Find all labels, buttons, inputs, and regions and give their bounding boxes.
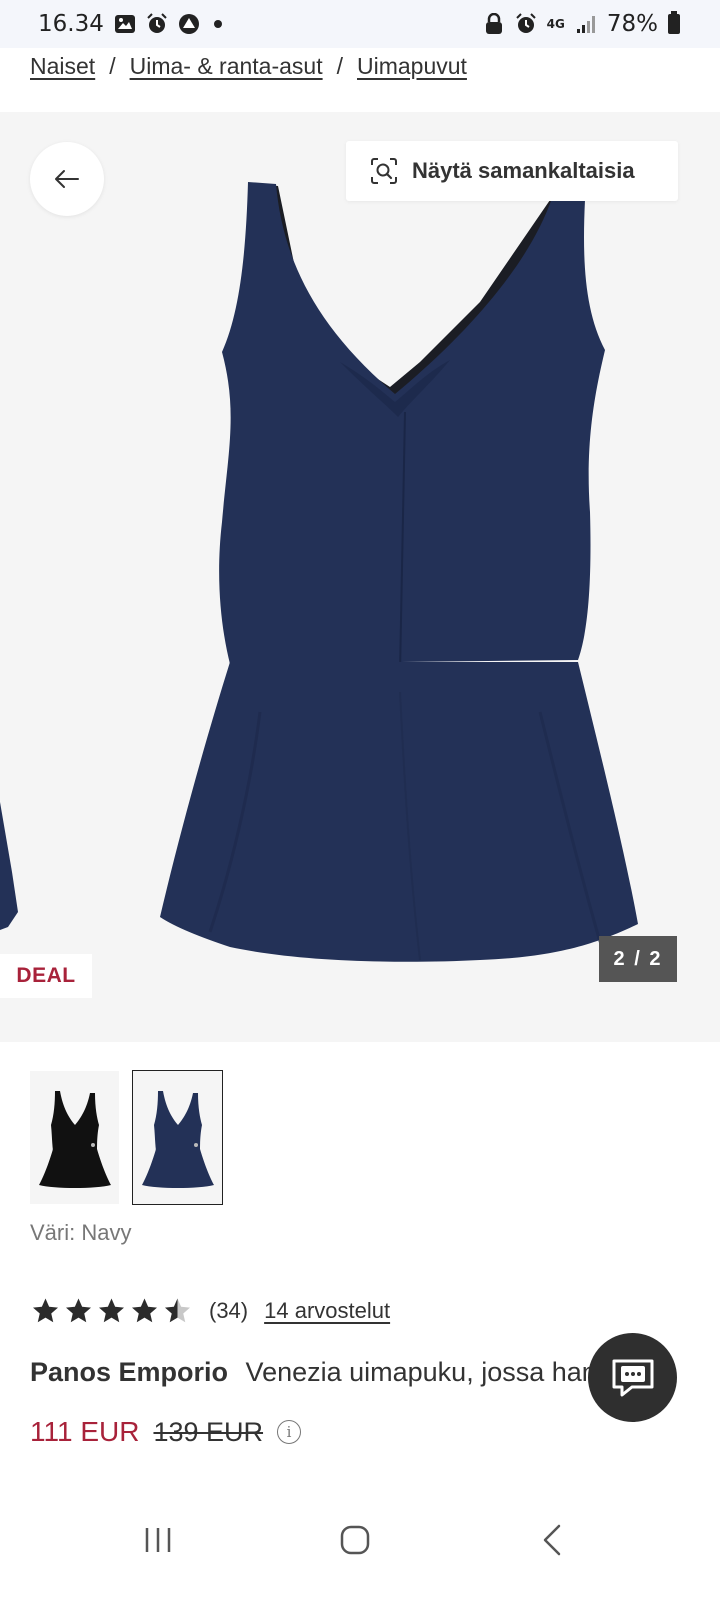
color-thumbnails	[30, 1070, 223, 1205]
product-image-gallery[interactable]: Näytä samankaltaisia DEAL 2 / 2	[0, 112, 720, 1042]
current-price: 111 EUR	[30, 1416, 140, 1447]
signal-icon	[576, 16, 595, 33]
arrow-left-icon	[55, 170, 79, 188]
breadcrumb-item-swimwear[interactable]: Uima- & ranta-asut	[130, 53, 323, 80]
product-rating: (34) 14 arvostelut	[30, 1296, 390, 1326]
star-full-icon	[99, 1298, 124, 1323]
show-similar-label: Näytä samankaltaisia	[412, 158, 635, 183]
chat-button[interactable]	[588, 1333, 677, 1422]
breadcrumb: Naiset / Uima- & ranta-asut / Uimapuvut	[30, 46, 467, 86]
lock-icon	[485, 13, 502, 34]
chevron-left-icon	[543, 1524, 561, 1556]
breadcrumb-item-naiset[interactable]: Naiset	[30, 53, 95, 80]
system-navigation-bar	[0, 1490, 720, 1600]
recent-apps-icon	[145, 1528, 171, 1552]
image-counter: 2 / 2	[599, 936, 677, 982]
system-back-button[interactable]	[522, 1510, 582, 1570]
product-image	[0, 182, 638, 962]
show-similar-button[interactable]: Näytä samankaltaisia	[346, 141, 678, 201]
star-half-icon	[165, 1298, 190, 1323]
recent-apps-button[interactable]	[128, 1510, 188, 1570]
star-full-icon	[33, 1298, 58, 1323]
home-icon	[340, 1525, 370, 1555]
breadcrumb-item-swimsuits[interactable]: Uimapuvut	[357, 53, 467, 80]
original-price: 139 EUR	[153, 1416, 264, 1447]
gallery-notification-icon	[114, 15, 135, 33]
product-brand[interactable]: Panos Emporio	[30, 1357, 228, 1387]
visual-search-icon	[371, 158, 397, 184]
breadcrumb-separator: /	[336, 52, 343, 79]
alarm-notification-icon	[147, 13, 167, 33]
more-notifications-dot	[213, 20, 222, 28]
app-notification-icon	[178, 14, 199, 34]
star-full-icon	[132, 1298, 157, 1323]
status-bar: 16.34 4G 78%	[0, 0, 720, 48]
back-button[interactable]	[30, 142, 104, 216]
chat-icon	[612, 1359, 653, 1396]
battery-percent: 78%	[606, 11, 658, 37]
thumbnail-navy[interactable]	[132, 1070, 223, 1205]
network-type: 4G	[546, 17, 565, 31]
battery-icon	[668, 11, 680, 34]
deal-badge: DEAL	[0, 954, 92, 998]
thumbnail-image-navy	[141, 1090, 214, 1188]
status-time: 16.34	[38, 11, 104, 37]
product-name: Venezia uimapuku, jossa hame	[245, 1357, 620, 1387]
thumbnail-image-black	[38, 1090, 111, 1188]
breadcrumb-separator: /	[109, 52, 116, 79]
rating-stars	[30, 1296, 193, 1326]
thumbnail-black[interactable]	[30, 1071, 119, 1204]
reviews-link[interactable]: 14 arvostelut	[264, 1298, 390, 1324]
price-row: 111 EUR 139 EUR i	[30, 1416, 302, 1448]
home-button[interactable]	[325, 1510, 385, 1570]
star-full-icon	[66, 1298, 91, 1323]
alarm-icon	[515, 13, 536, 33]
selected-color-label: Väri: Navy	[30, 1220, 132, 1245]
info-icon[interactable]: i	[277, 1420, 302, 1444]
rating-count: (34)	[209, 1298, 249, 1323]
product-title: Panos Emporio Venezia uimapuku, jossa ha…	[30, 1357, 620, 1388]
